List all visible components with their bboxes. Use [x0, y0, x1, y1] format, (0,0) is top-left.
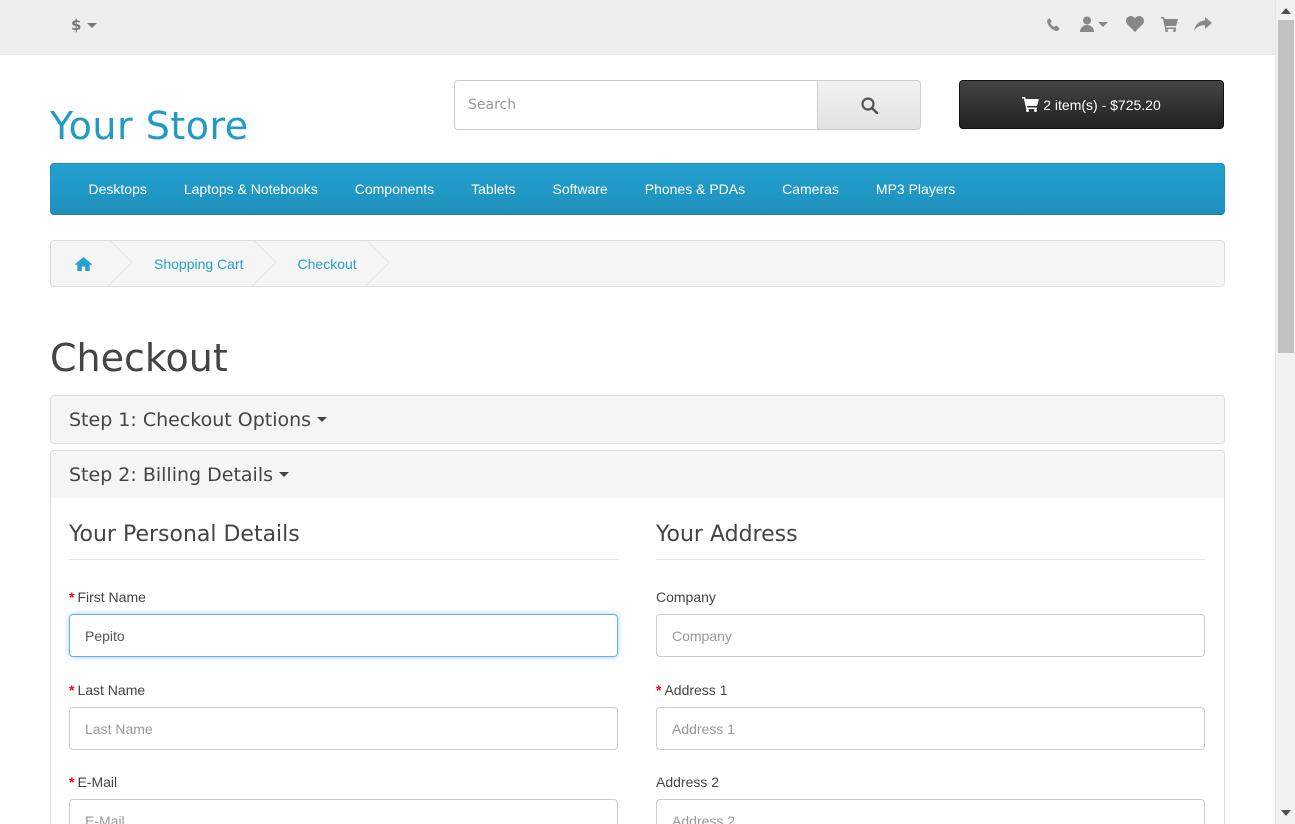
email-label-text: E-Mail: [77, 774, 118, 790]
heart-icon[interactable]: [1125, 14, 1145, 34]
first-name-field[interactable]: [69, 614, 618, 657]
top-links: [1043, 14, 1213, 34]
search-input[interactable]: [454, 80, 817, 130]
required-marker: *: [69, 774, 75, 790]
menu-item-laptops[interactable]: Laptops & Notebooks: [165, 181, 336, 197]
home-icon: [75, 256, 92, 271]
account-dropdown[interactable]: [1077, 14, 1111, 34]
chevron-down-icon: [87, 22, 98, 28]
step1-label: Step 1: Checkout Options: [69, 408, 312, 431]
user-icon: [1080, 16, 1094, 32]
chevron-down-icon: [317, 417, 328, 422]
step1-checkout-options[interactable]: Step 1: Checkout Options: [50, 395, 1225, 444]
email-field[interactable]: [69, 799, 618, 824]
top-bar: $: [0, 0, 1275, 55]
search-bar: [454, 80, 921, 130]
step2-billing-details[interactable]: Step 2: Billing Details: [50, 450, 1225, 499]
currency-symbol: $: [71, 16, 82, 34]
menu-item-mp3[interactable]: MP3 Players: [857, 181, 973, 197]
store-logo[interactable]: Your Store: [50, 104, 249, 148]
menu-item-desktops[interactable]: Desktops: [70, 181, 165, 197]
last-name-group: * Last Name: [69, 682, 618, 750]
personal-details-legend: Your Personal Details: [69, 522, 618, 560]
company-field[interactable]: [656, 614, 1205, 657]
address2-field[interactable]: [656, 799, 1205, 824]
first-name-label: * First Name: [69, 589, 618, 605]
search-icon: [860, 96, 878, 114]
menu-item-components[interactable]: Components: [336, 181, 452, 197]
chevron-down-icon: [1098, 21, 1108, 27]
step2-label: Step 2: Billing Details: [69, 463, 273, 486]
cart-icon[interactable]: [1159, 14, 1179, 34]
phone-icon[interactable]: [1043, 14, 1063, 34]
breadcrumb-home[interactable]: [51, 241, 118, 286]
search-button[interactable]: [817, 80, 921, 130]
address1-label: * Address 1: [656, 682, 1205, 698]
billing-form: Your Personal Details *First Name *Last …: [50, 498, 1225, 824]
last-name-field[interactable]: [69, 707, 618, 750]
menu-item-phones[interactable]: Phones & PDAs: [626, 181, 763, 197]
page-scrollbar[interactable]: [1275, 0, 1295, 824]
first-name-group: * First Name: [69, 589, 618, 657]
breadcrumb: Shopping Cart Checkout: [50, 240, 1225, 287]
required-marker: *: [69, 589, 75, 605]
address1-group: * Address 1: [656, 682, 1205, 750]
required-marker: *: [656, 682, 662, 698]
first-name-label-text: First Name: [77, 589, 146, 605]
address-legend: Your Address: [656, 522, 1205, 560]
cart-total: 2 item(s) - $725.20: [1043, 96, 1161, 113]
currency-dropdown[interactable]: $: [71, 16, 98, 34]
scroll-down-arrow-icon[interactable]: [1281, 810, 1291, 816]
scrollbar-thumb[interactable]: [1278, 20, 1294, 353]
share-icon[interactable]: [1193, 14, 1213, 34]
menu-item-cameras[interactable]: Cameras: [764, 181, 858, 197]
cart-button[interactable]: 2 item(s) - $725.20: [959, 80, 1224, 129]
address1-label-text: Address 1: [664, 682, 728, 698]
main-menu: Desktops Laptops & Notebooks Components …: [50, 163, 1225, 215]
last-name-label-text: Last Name: [77, 682, 146, 698]
email-label: * E-Mail: [69, 774, 618, 790]
cart-icon: [1022, 97, 1040, 112]
last-name-label: * Last Name: [69, 682, 618, 698]
breadcrumb-shopping-cart[interactable]: Shopping Cart: [118, 241, 262, 286]
address1-field[interactable]: [656, 707, 1205, 750]
address2-group: Address 2: [656, 774, 1205, 824]
email-group: * E-Mail: [69, 774, 618, 824]
company-label: Company: [656, 589, 716, 605]
menu-item-tablets[interactable]: Tablets: [453, 181, 534, 197]
required-marker: *: [69, 682, 75, 698]
menu-item-software[interactable]: Software: [534, 181, 626, 197]
company-group: Company: [656, 589, 1205, 657]
address2-label: Address 2: [656, 774, 720, 790]
chevron-down-icon: [279, 472, 289, 477]
scroll-up-arrow-icon[interactable]: [1281, 8, 1291, 14]
breadcrumb-checkout[interactable]: Checkout: [262, 241, 375, 286]
page-title: Checkout: [50, 336, 228, 380]
